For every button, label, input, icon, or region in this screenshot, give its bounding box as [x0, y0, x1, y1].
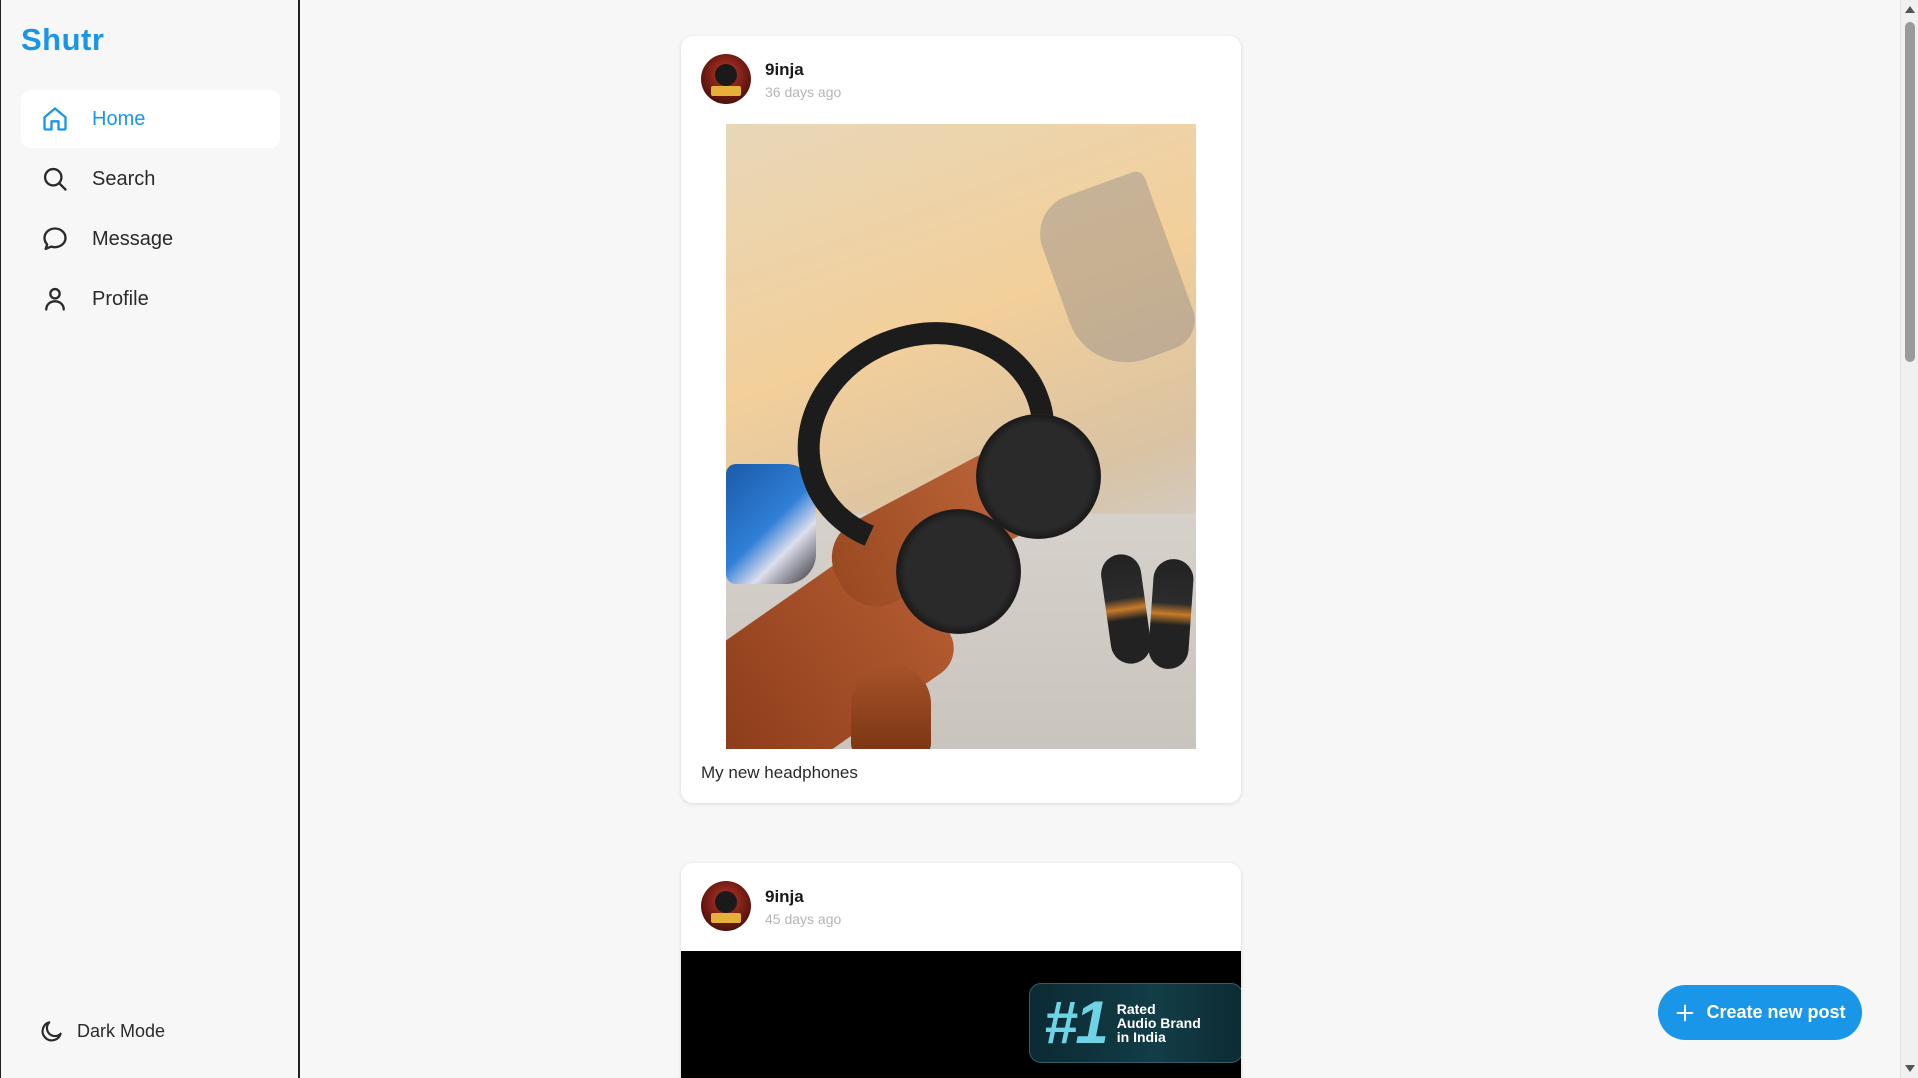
sidebar-item-label: Home: [92, 107, 146, 130]
moon-icon: [41, 1021, 62, 1042]
scroll-thumb[interactable]: [1905, 22, 1915, 362]
page-scrollbar[interactable]: [1900, 0, 1918, 1078]
sidebar-item-home[interactable]: Home: [21, 90, 280, 148]
sidebar-item-profile[interactable]: Profile: [21, 270, 280, 328]
sidebar-item-label: Search: [92, 167, 156, 190]
sidebar-item-label: Profile: [92, 287, 149, 310]
search-icon: [40, 164, 70, 194]
post-header: 9inja 36 days ago: [681, 36, 1241, 124]
home-icon: [40, 104, 70, 134]
post-header: 9inja 45 days ago: [681, 863, 1241, 951]
scroll-up-arrow[interactable]: [1905, 6, 1915, 13]
post-username[interactable]: 9inja: [765, 887, 841, 907]
brand-logo[interactable]: Shutr: [21, 22, 104, 58]
message-icon: [40, 224, 70, 254]
post-meta: 9inja 36 days ago: [765, 60, 841, 100]
avatar[interactable]: [701, 881, 751, 931]
post-timestamp: 36 days ago: [765, 84, 842, 100]
post-image[interactable]: #1 Rated Audio Brand in India: [681, 951, 1241, 1078]
scroll-down-arrow[interactable]: [1905, 1065, 1915, 1072]
post-caption: My new headphones: [701, 763, 858, 782]
create-post-button[interactable]: Create new post: [1658, 985, 1862, 1040]
plus-icon: [1677, 1004, 1694, 1021]
post-feed: 9inja 36 days ago My new headphones 9inj…: [681, 36, 1241, 1078]
rating-badge: #1 Rated Audio Brand in India: [1029, 983, 1241, 1063]
sidebar-item-search[interactable]: Search: [21, 150, 280, 208]
post-image-container: [681, 124, 1241, 749]
sidebar-item-message[interactable]: Message: [21, 210, 280, 268]
sidebar: Shutr Home Search Message Profile Dark M…: [0, 0, 300, 1078]
dark-mode-toggle[interactable]: Dark Mode: [39, 1018, 165, 1044]
sidebar-nav: Home Search Message Profile: [21, 90, 280, 330]
dark-mode-label: Dark Mode: [77, 1020, 166, 1041]
avatar[interactable]: [701, 54, 751, 104]
post-meta: 9inja 45 days ago: [765, 887, 841, 927]
post-card: 9inja 45 days ago #1 Rated Audio Brand i…: [681, 863, 1241, 1078]
post-timestamp: 45 days ago: [765, 911, 842, 927]
user-icon: [40, 284, 70, 314]
post-image[interactable]: [726, 124, 1196, 749]
post-username[interactable]: 9inja: [765, 60, 841, 80]
create-post-label: Create new post: [1706, 1002, 1846, 1022]
badge-text: Rated Audio Brand in India: [1116, 1001, 1201, 1045]
sidebar-item-label: Message: [92, 227, 174, 250]
post-card: 9inja 36 days ago My new headphones: [681, 36, 1241, 803]
badge-number: #1: [1044, 989, 1109, 1056]
